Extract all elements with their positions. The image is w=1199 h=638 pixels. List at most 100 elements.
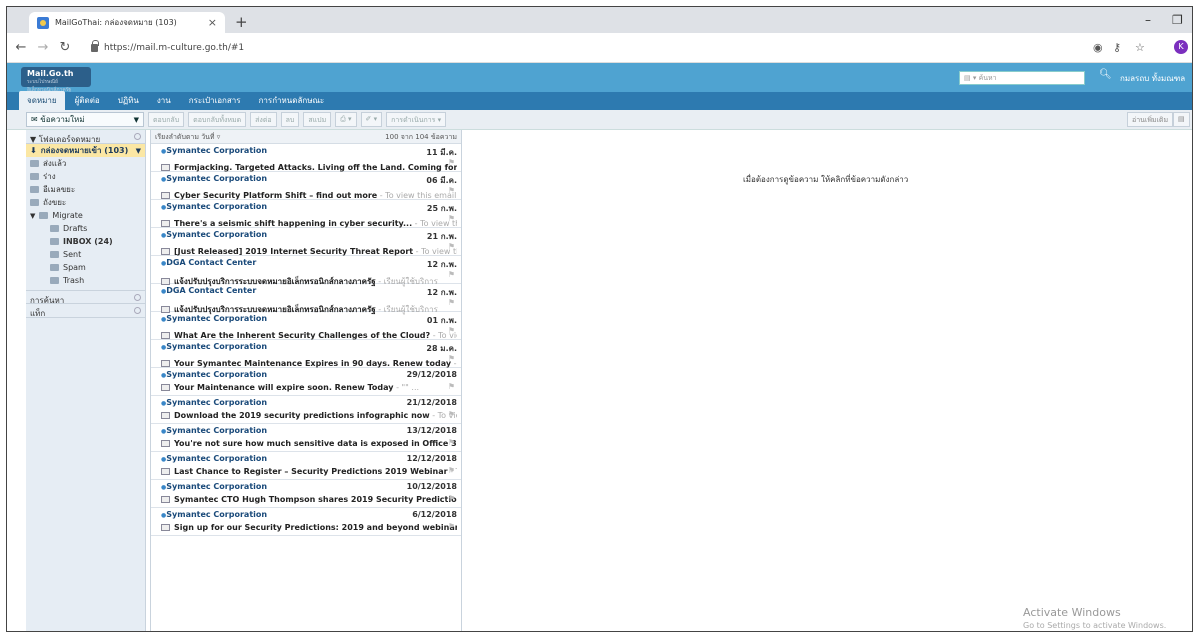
envelope-icon (161, 248, 170, 255)
key-icon[interactable]: ⚷ (1113, 41, 1121, 54)
flag-icon[interactable]: ⚑ (448, 522, 455, 531)
forward-button[interactable]: ส่งต่อ (250, 112, 277, 127)
tags-section[interactable]: แท็ก (26, 304, 145, 318)
flag-icon[interactable]: ⚑ (448, 438, 455, 447)
envelope-icon (161, 332, 170, 339)
bookmark-star-icon[interactable]: ☆ (1135, 41, 1145, 54)
message-sender: DGA Contact Center (161, 258, 256, 271)
message-header-row: DGA Contact Center12 ก.พ. (161, 258, 457, 271)
flag-icon[interactable]: ⚑ (448, 214, 455, 223)
message-subject: Sign up for our Security Predictions: 20… (174, 523, 457, 532)
flag-icon[interactable]: ⚑ (448, 382, 455, 391)
tab-calendar[interactable]: ปฏิทิน (110, 91, 147, 110)
reply-all-button[interactable]: ตอบกลับทั้งหมด (188, 112, 247, 127)
message-subject-row: Download the 2019 security predictions i… (161, 411, 457, 420)
folder-migrate-drafts[interactable]: Drafts (26, 222, 145, 235)
message-subject-row: What Are the Inherent Security Challenge… (161, 331, 457, 340)
flag-icon[interactable]: ⚑ (448, 242, 455, 251)
address-bar[interactable]: https://mail.m-culture.go.th/#1 (104, 43, 244, 53)
app-nav-tabs: จดหมาย ผู้ติดต่อ ปฏิทิน งาน กระเป๋าเอกสา… (7, 91, 1192, 110)
tag-button[interactable]: ✐ ▾ (360, 112, 383, 127)
message-subject: Download the 2019 security predictions i… (174, 411, 430, 420)
list-item[interactable]: Symantec Corporation28 ม.ค. Your Symantec… (151, 340, 461, 368)
back-icon[interactable]: ← (13, 40, 29, 55)
tab-briefcase[interactable]: กระเป๋าเอกสาร (181, 91, 249, 110)
message-subject-row: Cyber Security Platform Shift – find out… (161, 191, 457, 200)
restore-icon[interactable]: ❐ (1172, 13, 1183, 27)
chevron-down-icon[interactable]: ▼ (136, 147, 141, 155)
minimize-icon[interactable]: – (1145, 13, 1151, 27)
list-item[interactable]: DGA Contact Center12 ก.พ.แจ้งปรับปรุงบริ… (151, 284, 461, 314)
reply-button[interactable]: ตอบกลับ (148, 112, 185, 127)
message-subject: Cyber Security Platform Shift – find out… (174, 191, 378, 200)
sort-label[interactable]: เรียงลำดับตาม วันที่ ▿ (155, 132, 220, 141)
folder-sent[interactable]: ส่งแล้ว (26, 157, 145, 170)
tab-contacts[interactable]: ผู้ติดต่อ (67, 91, 108, 110)
list-item[interactable]: Symantec Corporation 12/12/2018 Last Chanc… (151, 452, 461, 480)
view-button[interactable]: ▤ (1173, 112, 1190, 127)
new-message-button[interactable]: ✉ ข้อความใหม่ ▼ (26, 112, 144, 127)
message-sender: Symantec Corporation (161, 510, 267, 519)
list-item[interactable]: Symantec Corporation25 ก.พ. There's a sei… (151, 200, 461, 228)
expand-icon[interactable]: ▼ (30, 212, 35, 220)
tab-mail[interactable]: จดหมาย (19, 91, 65, 110)
delete-button[interactable]: ลบ (280, 112, 300, 127)
folder-migrate-inbox[interactable]: INBOX (24) (26, 235, 145, 248)
list-item[interactable]: Symantec Corporation 13/12/2018 You're not… (151, 424, 461, 452)
list-item[interactable]: Symantec Corporation01 ก.พ. What Are the … (151, 312, 461, 340)
search-input[interactable]: ▤ ▾ ค้นหา (959, 71, 1085, 85)
flag-icon[interactable]: ⚑ (448, 494, 455, 503)
extension-icon[interactable]: ◉ (1093, 41, 1103, 54)
search-settings-icon[interactable] (134, 294, 141, 301)
flag-icon[interactable]: ⚑ (448, 354, 455, 363)
tab-close-icon[interactable]: × (208, 16, 217, 29)
flag-icon[interactable]: ⚑ (448, 158, 455, 167)
tab-preferences[interactable]: การกำหนดลักษณะ (251, 91, 333, 110)
folder-icon (50, 264, 59, 271)
folder-drafts[interactable]: ร่าง (26, 170, 145, 183)
list-item[interactable]: Symantec Corporation21 ก.พ. [Just Release… (151, 228, 461, 256)
reload-icon[interactable]: ↻ (57, 40, 73, 55)
envelope-icon (161, 164, 170, 171)
tags-settings-icon[interactable] (134, 307, 141, 314)
list-item[interactable]: DGA Contact Center12 ก.พ.แจ้งปรับปรุงบริ… (151, 256, 461, 286)
tab-tasks[interactable]: งาน (149, 91, 179, 110)
user-name-link[interactable]: กมลรถบ ทั้งมณฑล (1120, 72, 1185, 85)
folder-migrate-sent[interactable]: Sent (26, 248, 145, 261)
list-item[interactable]: Symantec Corporation11 มี.ค. Formjacking.… (151, 144, 461, 172)
actions-button[interactable]: การดำเนินการ ▾ (386, 112, 447, 127)
folders-header[interactable]: ▼ โฟลเดอร์จดหมาย (26, 130, 145, 144)
flag-icon[interactable]: ⚑ (448, 410, 455, 419)
folder-migrate-trash[interactable]: Trash (26, 274, 145, 287)
search-section[interactable]: การค้นหา (26, 290, 145, 305)
flag-icon[interactable]: ⚑ (448, 466, 455, 475)
print-button[interactable]: ⎙ ▾ (335, 112, 357, 127)
search-icon[interactable]: 🔍︎ (1099, 69, 1112, 80)
folder-junk[interactable]: อีเมลขยะ (26, 183, 145, 196)
mailgothai-logo[interactable]: Mail.Go.th ระบบไปรษณีย์อิเล็กทรอนิกส์ภาค… (21, 67, 91, 93)
flag-icon[interactable]: ⚑ (448, 326, 455, 335)
chevron-down-icon[interactable]: ▼ (134, 116, 139, 124)
flag-icon[interactable]: ⚑ (448, 270, 455, 279)
folder-migrate-spam[interactable]: Spam (26, 261, 145, 274)
list-item[interactable]: Symantec Corporation 6/12/2018 Sign up for… (151, 508, 461, 536)
message-subject: Your Maintenance will expire soon. Renew… (174, 383, 394, 392)
envelope-icon (161, 440, 170, 447)
flag-icon[interactable]: ⚑ (448, 186, 455, 195)
new-tab-icon[interactable]: + (235, 13, 248, 31)
list-item[interactable]: Symantec Corporation 21/12/2018 Download t… (151, 396, 461, 424)
profile-avatar[interactable]: K (1174, 40, 1188, 54)
folder-migrate[interactable]: ▼ Migrate (26, 209, 145, 222)
spam-button[interactable]: สแปม (303, 112, 332, 127)
read-more-button[interactable]: อ่านเพิ่มเติม (1127, 112, 1174, 127)
flag-icon[interactable]: ⚑ (448, 298, 455, 307)
message-header-row: Symantec Corporation 12/12/2018 (161, 454, 457, 463)
mailgothai-favicon-icon (37, 16, 49, 29)
browser-tab[interactable]: MailGoThai: กล่องจดหมาย (103) × (29, 12, 225, 33)
folder-trash[interactable]: ถังขยะ (26, 196, 145, 209)
forward-icon[interactable]: → (35, 40, 51, 55)
list-item[interactable]: Symantec Corporation06 มี.ค. Cyber Securi… (151, 172, 461, 200)
list-item[interactable]: Symantec Corporation 29/12/2018 Your Maint… (151, 368, 461, 396)
folder-settings-icon[interactable] (134, 133, 141, 140)
list-item[interactable]: Symantec Corporation10/12/2018Symantec C… (151, 480, 461, 508)
